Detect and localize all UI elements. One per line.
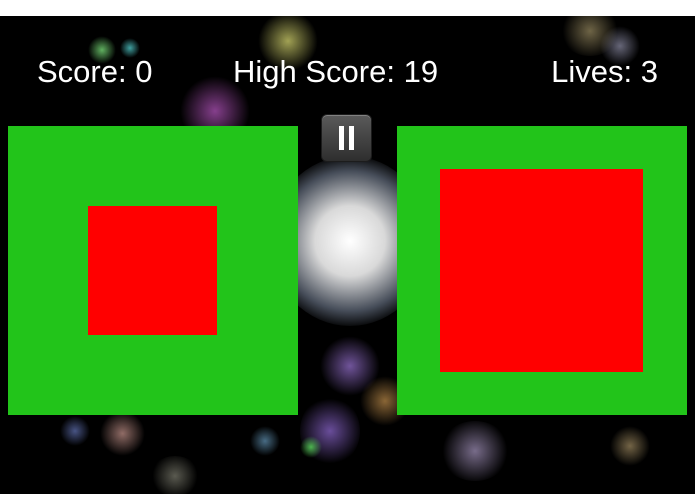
right-red-square[interactable] xyxy=(440,169,643,372)
left-red-square[interactable] xyxy=(88,206,217,335)
pause-button[interactable] xyxy=(321,114,372,162)
background-bokeh xyxy=(560,16,620,56)
background-bokeh xyxy=(60,416,90,446)
background-bokeh xyxy=(150,456,200,494)
background-bokeh xyxy=(610,426,650,466)
background-bokeh xyxy=(320,336,380,396)
game-stage: Score: 0 High Score: 19 Lives: 3 xyxy=(0,16,695,494)
background-bokeh xyxy=(440,421,510,481)
high-score-label: High Score: 19 xyxy=(233,54,439,89)
right-panel[interactable] xyxy=(397,126,687,415)
background-bokeh xyxy=(100,411,145,456)
background-bokeh xyxy=(250,426,280,456)
left-panel[interactable] xyxy=(8,126,298,415)
score-label: Score: 0 xyxy=(37,54,153,89)
lives-label: Lives: 3 xyxy=(551,54,658,89)
background-bokeh xyxy=(300,436,322,458)
background-bokeh xyxy=(300,396,360,466)
pause-icon xyxy=(339,126,355,150)
